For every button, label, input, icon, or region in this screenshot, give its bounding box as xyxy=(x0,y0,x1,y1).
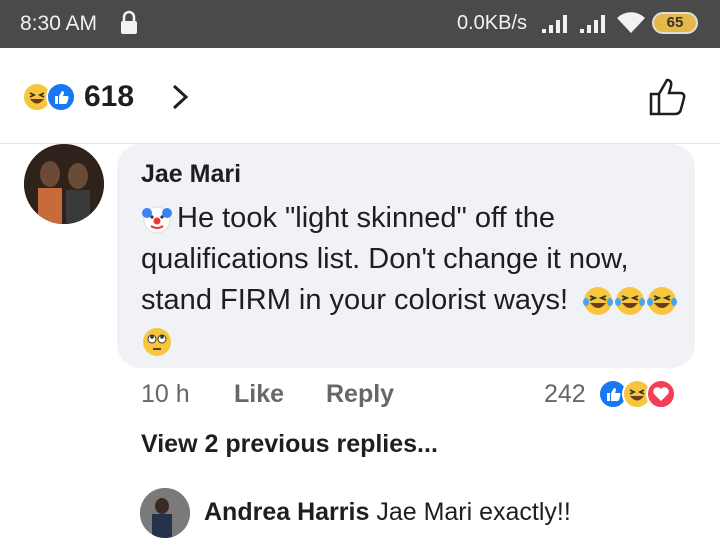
like-reaction-icon xyxy=(46,82,76,112)
signal-icon xyxy=(580,15,605,33)
avatar[interactable] xyxy=(24,144,104,224)
avatar[interactable] xyxy=(140,488,190,538)
reaction-count: 618 xyxy=(84,80,135,113)
like-button[interactable]: Like xyxy=(234,380,284,409)
status-time: 8:30 AM xyxy=(20,12,98,35)
view-previous-replies-link[interactable]: View 2 previous replies... xyxy=(141,430,438,459)
clown-face-icon xyxy=(142,206,172,234)
crying-laughing-icon xyxy=(615,287,646,316)
like-thumb-icon[interactable] xyxy=(646,74,690,118)
comment-text: He took "light skinned" off the qualific… xyxy=(141,202,629,316)
crying-laughing-icon xyxy=(647,287,678,316)
reply-comment[interactable]: Andrea Harris Jae Mari exactly!! xyxy=(204,498,571,527)
reply-author[interactable]: Andrea Harris xyxy=(204,498,369,526)
reply-text: Jae Mari exactly!! xyxy=(376,498,571,526)
comment-bubble[interactable]: Jae Mari He took "light skinned" off the… xyxy=(117,144,695,368)
battery-icon: 65 xyxy=(652,12,698,34)
love-reaction-icon xyxy=(646,379,676,409)
comment-author[interactable]: Jae Mari xyxy=(141,160,241,189)
reactions-summary[interactable]: 618 xyxy=(22,80,134,114)
signal-icon xyxy=(542,15,567,33)
comment-reaction-count[interactable]: 242 xyxy=(544,380,586,409)
wifi-icon xyxy=(617,12,645,34)
chevron-right-icon[interactable] xyxy=(170,83,190,111)
status-bar: 8:30 AM 0.0KB/s 65 xyxy=(0,0,720,48)
network-speed: 0.0KB/s xyxy=(457,12,528,34)
comment-reactions[interactable] xyxy=(598,379,676,409)
lock-icon xyxy=(121,10,137,34)
reply-button[interactable]: Reply xyxy=(326,380,394,409)
eye-roll-icon xyxy=(143,328,171,357)
comment-time: 10 h xyxy=(141,380,190,408)
crying-laughing-icon xyxy=(583,287,614,316)
comment-body: He took "light skinned" off the qualific… xyxy=(141,198,681,362)
